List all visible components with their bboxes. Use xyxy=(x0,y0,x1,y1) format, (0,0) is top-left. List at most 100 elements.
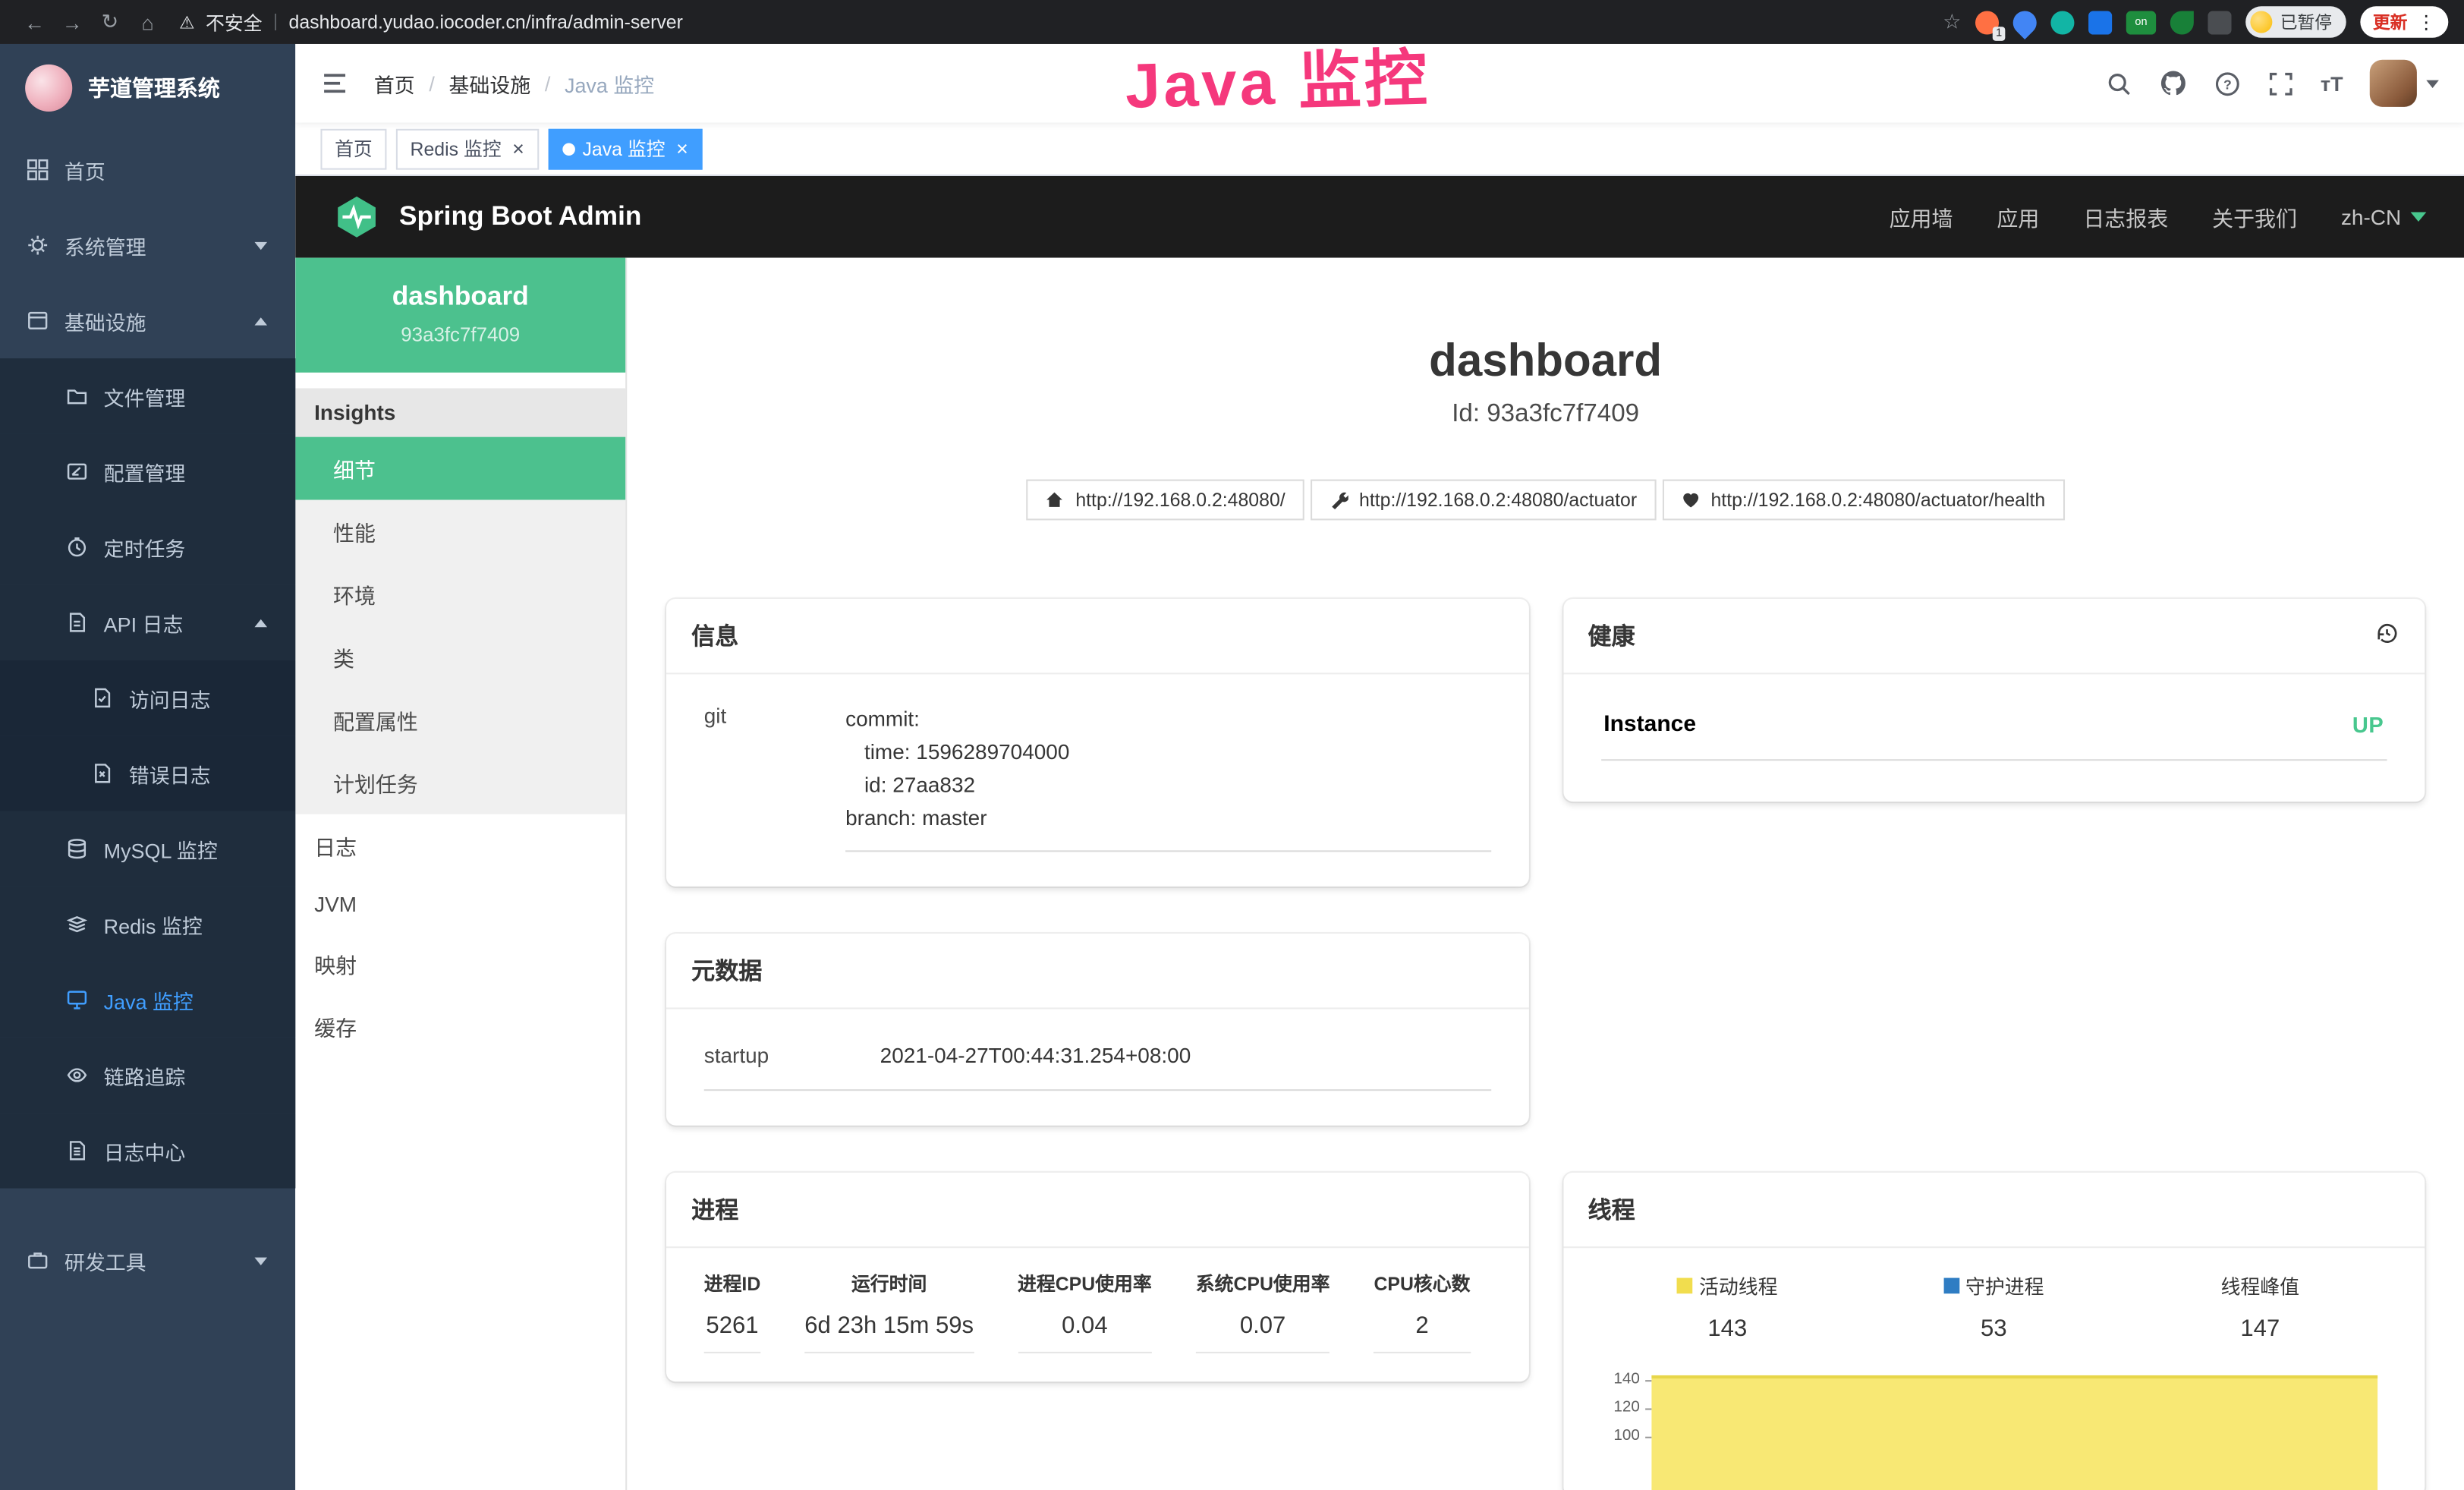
extension-icon-blue-grid[interactable] xyxy=(2088,10,2112,33)
url-text[interactable]: dashboard.yudao.iocoder.cn/infra/admin-s… xyxy=(289,11,683,33)
profile-paused-chip[interactable]: 已暂停 xyxy=(2245,6,2346,37)
tab-home[interactable]: 首页 xyxy=(320,128,386,169)
sba-sidebar-item-scheduled-tasks[interactable]: 计划任务 xyxy=(295,751,625,814)
instance-title: dashboard xyxy=(666,336,2425,388)
instance-header[interactable]: dashboard 93a3fc7f7409 xyxy=(295,258,625,373)
folder-icon xyxy=(66,385,88,407)
sidebar-item-dev-tools[interactable]: 研发工具 xyxy=(0,1223,295,1298)
service-url-link[interactable]: http://192.168.0.2:48080/ xyxy=(1027,480,1304,521)
close-icon[interactable]: × xyxy=(512,138,524,159)
document-lines-icon xyxy=(66,1139,88,1161)
extension-icon-orange[interactable]: 1 xyxy=(1975,10,1999,33)
sidebar-item-error-logs[interactable]: 错误日志 xyxy=(0,736,295,811)
sba-nav-about[interactable]: 关于我们 xyxy=(2212,201,2297,232)
extension-icon-pin[interactable] xyxy=(2008,5,2041,39)
search-icon[interactable] xyxy=(2105,70,2132,96)
breadcrumb-separator: / xyxy=(429,71,435,95)
reload-icon[interactable]: ↻ xyxy=(91,9,129,34)
instance-name: dashboard xyxy=(308,282,613,313)
extension-icon-on-toggle[interactable]: on xyxy=(2126,10,2156,33)
sba-sidebar-item-details[interactable]: 细节 xyxy=(295,437,625,500)
health-instance-label: Instance xyxy=(1603,712,1696,737)
sba-sidebar-item-environment[interactable]: 环境 xyxy=(295,562,625,625)
sba-nav-applications[interactable]: 应用 xyxy=(1997,201,2039,232)
spring-boot-admin-logo[interactable] xyxy=(333,194,380,241)
app-logo[interactable]: 芋道管理系统 xyxy=(0,44,295,132)
update-label: 更新 xyxy=(2373,9,2408,34)
bookmark-star-icon[interactable]: ☆ xyxy=(1943,9,1961,34)
document-x-icon xyxy=(91,762,113,784)
sba-brand: Spring Boot Admin xyxy=(399,201,641,232)
sidebar-item-file-management[interactable]: 文件管理 xyxy=(0,358,295,433)
sidebar-item-java-monitor[interactable]: Java 监控 xyxy=(0,962,295,1037)
sidebar-item-system-management[interactable]: 系统管理 xyxy=(0,207,295,282)
help-icon[interactable]: ? xyxy=(2214,70,2240,96)
sidebar-item-access-logs[interactable]: 访问日志 xyxy=(0,660,295,736)
process-uptime: 运行时间 6d 23h 15m 59s xyxy=(804,1270,974,1353)
active-threads-swatch xyxy=(1677,1277,1693,1293)
forward-icon[interactable]: → xyxy=(53,10,91,33)
sidebar-item-scheduled-tasks[interactable]: 定时任务 xyxy=(0,509,295,584)
sba-sidebar-item-caches[interactable]: 缓存 xyxy=(295,995,625,1058)
sidebar-item-home[interactable]: 首页 xyxy=(0,132,295,207)
sba-header: Spring Boot Admin 应用墙 应用 日志报表 关于我们 zh-CN xyxy=(295,176,2464,258)
security-warning-icon: ⚠ xyxy=(179,12,194,33)
close-icon[interactable]: × xyxy=(676,138,688,159)
sba-nav-journal[interactable]: 日志报表 xyxy=(2083,201,2168,232)
sba-instance-sidebar: dashboard 93a3fc7f7409 Insights 细节 性能 环境… xyxy=(295,258,627,1490)
tab-java-monitor[interactable]: Java 监控 × xyxy=(548,128,703,169)
sidebar-menu: 首页 系统管理 基础设施 文件管理 配置管理 xyxy=(0,132,295,1490)
hamburger-icon[interactable] xyxy=(320,69,348,97)
metadata-key: startup xyxy=(704,1044,880,1067)
sidebar-item-config-management[interactable]: 配置管理 xyxy=(0,434,295,509)
extension-icon-puzzle[interactable] xyxy=(2208,10,2231,33)
threads-card-title: 线程 xyxy=(1588,1193,1635,1226)
sidebar-item-link-tracing[interactable]: 链路追踪 xyxy=(0,1038,295,1113)
instance-id: 93a3fc7f7409 xyxy=(308,324,613,346)
sba-sidebar-item-classes[interactable]: 类 xyxy=(295,625,625,688)
sidebar-item-api-logs[interactable]: API 日志 xyxy=(0,584,295,660)
sidebar-item-redis-monitor[interactable]: Redis 监控 xyxy=(0,887,295,962)
sba-sidebar-item-performance[interactable]: 性能 xyxy=(295,500,625,563)
browser-update-button[interactable]: 更新 ⋮ xyxy=(2360,6,2448,37)
sba-sidebar-item-logs[interactable]: 日志 xyxy=(295,814,625,877)
browser-home-icon[interactable]: ⌂ xyxy=(129,10,167,33)
breadcrumb-infrastructure[interactable]: 基础设施 xyxy=(449,68,531,98)
sidebar-item-log-center[interactable]: 日志中心 xyxy=(0,1113,295,1188)
language-selector[interactable]: zh-CN xyxy=(2341,205,2426,228)
font-size-icon[interactable]: тT xyxy=(2321,71,2343,95)
github-icon[interactable] xyxy=(2159,69,2187,97)
sba-sidebar-item-config-props[interactable]: 配置属性 xyxy=(295,688,625,751)
chart-y-axis: 140 120 100 xyxy=(1594,1371,1651,1490)
daemon-threads-swatch xyxy=(1943,1277,1959,1293)
actuator-url-link[interactable]: http://192.168.0.2:48080/actuator xyxy=(1311,480,1656,521)
browser-menu-icon[interactable]: ⋮ xyxy=(2417,13,2436,32)
security-label[interactable]: 不安全 xyxy=(206,8,263,35)
wrench-icon xyxy=(1330,490,1348,509)
fullscreen-icon[interactable] xyxy=(2267,70,2294,96)
process-cpu: 进程CPU使用率 0.04 xyxy=(1018,1270,1152,1353)
user-avatar-menu[interactable] xyxy=(2370,60,2439,107)
chevron-down-icon xyxy=(254,1257,267,1265)
infrastructure-icon xyxy=(27,310,49,332)
extension-icon-leaf[interactable] xyxy=(2170,10,2194,33)
history-icon[interactable] xyxy=(2374,620,2399,651)
sidebar-item-infrastructure[interactable]: 基础设施 xyxy=(0,283,295,358)
address-bar[interactable]: ⚠ 不安全 | dashboard.yudao.iocoder.cn/infra… xyxy=(179,8,683,35)
sba-sidebar-item-mappings[interactable]: 映射 xyxy=(295,932,625,995)
extension-icon-teal[interactable] xyxy=(2050,10,2074,33)
sba-sidebar-item-jvm[interactable]: JVM xyxy=(295,877,625,932)
health-url-link[interactable]: http://192.168.0.2:48080/actuator/health xyxy=(1662,480,2064,521)
sba-nav-wallboard[interactable]: 应用墙 xyxy=(1890,201,1953,232)
insights-section-label: Insights xyxy=(295,388,625,436)
sidebar-item-mysql-monitor[interactable]: MySQL 监控 xyxy=(0,811,295,887)
breadcrumb-home[interactable]: 首页 xyxy=(374,68,415,98)
system-cpu: 系统CPU使用率 0.07 xyxy=(1196,1270,1330,1353)
chevron-up-icon xyxy=(254,317,267,324)
back-icon[interactable]: ← xyxy=(16,10,54,33)
sba-nav: 应用墙 应用 日志报表 关于我们 zh-CN xyxy=(1890,201,2427,232)
legend-peak-threads: 线程峰值 147 xyxy=(2127,1270,2393,1342)
instance-links: http://192.168.0.2:48080/ http://192.168… xyxy=(666,480,2425,521)
tab-redis-monitor[interactable]: Redis 监控 × xyxy=(396,128,539,169)
chevron-down-icon xyxy=(254,241,267,249)
